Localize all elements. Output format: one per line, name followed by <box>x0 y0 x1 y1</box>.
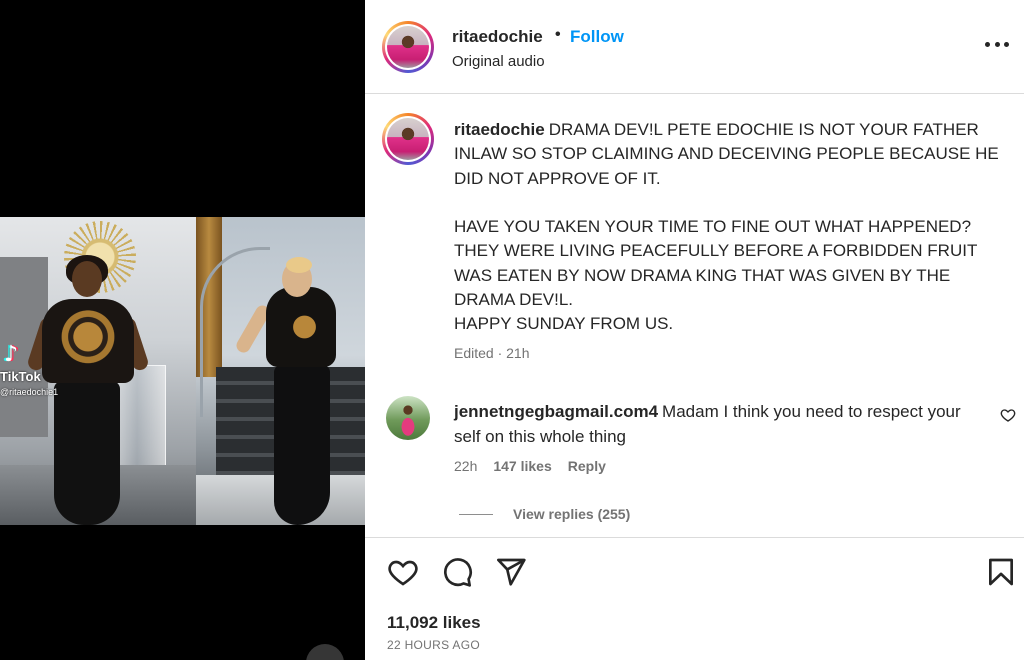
video-frame[interactable]: ♪ TikTok @ritaedochie1 <box>0 217 365 525</box>
heart-icon[interactable] <box>387 556 419 588</box>
comment-meta: 22h 147 likes Reply <box>454 458 606 474</box>
actions-divider <box>365 537 1024 538</box>
tiktok-watermark: TikTok <box>0 369 41 384</box>
view-replies-button[interactable]: View replies (255) <box>513 506 630 522</box>
comment: jennetngegbagmail.com4 Madam I think you … <box>454 399 974 449</box>
bookmark-icon[interactable] <box>985 556 1017 588</box>
comment-like-icon[interactable] <box>1000 407 1016 423</box>
author-username[interactable]: ritaedochie <box>452 27 543 47</box>
video-photo-right <box>196 217 365 525</box>
post-panel: ritaedochie • Follow Original audio rita… <box>365 0 1024 660</box>
caption-username[interactable]: ritaedochie <box>454 120 545 139</box>
share-icon[interactable] <box>495 556 527 588</box>
commenter-username[interactable]: jennetngegbagmail.com4 <box>454 402 658 421</box>
replies-divider <box>459 514 493 515</box>
follow-button[interactable]: Follow <box>570 27 624 47</box>
tiktok-icon: ♪ <box>4 342 19 367</box>
comment-likes[interactable]: 147 likes <box>493 458 551 474</box>
commenter-avatar[interactable] <box>386 396 430 440</box>
video-photo-left: ♪ TikTok @ritaedochie1 <box>0 217 196 525</box>
reply-button[interactable]: Reply <box>568 458 606 474</box>
more-horizontal-icon[interactable] <box>985 32 1009 56</box>
caption-text: DRAMA DEV!L PETE EDOCHIE IS NOT YOUR FAT… <box>454 120 999 334</box>
post-caption: ritaedochie DRAMA DEV!L PETE EDOCHIE IS N… <box>454 118 1006 337</box>
separator-dot: • <box>555 26 561 43</box>
tiktok-handle: @ritaedochie1 <box>0 387 59 397</box>
author-avatar[interactable] <box>382 21 434 73</box>
audio-toggle-button[interactable] <box>306 644 344 660</box>
edited-timestamp: Edited · 21h <box>454 345 530 361</box>
comment-time: 22h <box>454 458 478 474</box>
media-pane[interactable]: ♪ TikTok @ritaedochie1 <box>0 0 365 660</box>
audio-link[interactable]: Original audio <box>452 53 545 70</box>
post-timestamp[interactable]: 22 HOURS AGO <box>387 638 480 652</box>
caption-avatar[interactable] <box>382 113 434 165</box>
comment-icon[interactable] <box>441 556 473 588</box>
post-like-count[interactable]: 11,092 likes <box>387 613 481 633</box>
post-header: ritaedochie • Follow Original audio <box>365 0 1024 94</box>
